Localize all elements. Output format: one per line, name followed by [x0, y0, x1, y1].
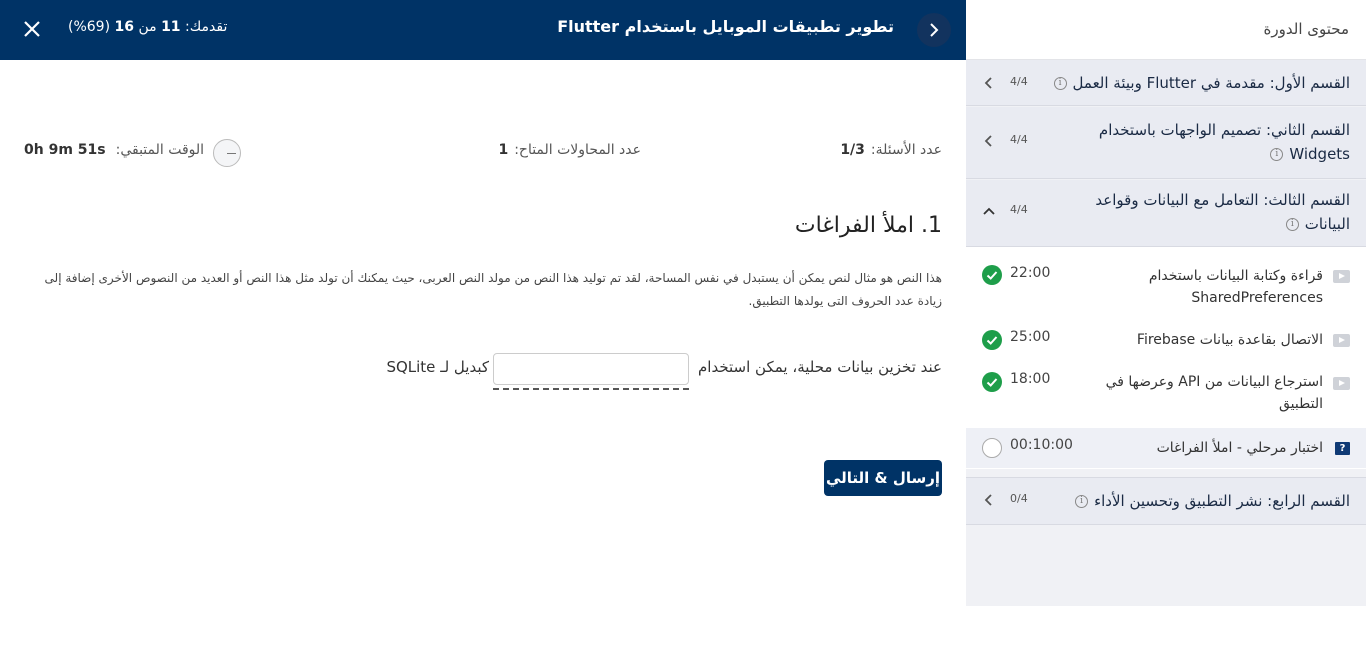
chevron-left-icon	[984, 135, 992, 147]
lesson-title: اختبار مرحلي - املأ الفراغات	[1156, 440, 1323, 456]
question-description: هذا النص هو مثال لنص يمكن أن يستبدل في ن…	[44, 271, 942, 308]
section-title: القسم الرابع: نشر التطبيق وتحسين الأداءi	[1075, 489, 1350, 513]
progress-text: تقدمك: 11 من 16 (69%)	[68, 19, 228, 35]
timer-icon	[213, 139, 241, 167]
close-icon	[24, 21, 40, 37]
lesson-duration: 22:00	[1010, 265, 1051, 281]
lesson-duration: 25:00	[1010, 329, 1051, 345]
chevron-left-icon	[984, 77, 992, 89]
sidebar-header: محتوى الدورة	[966, 0, 1366, 60]
video-icon	[1333, 270, 1350, 283]
chevron-up-icon	[983, 207, 995, 215]
chevron-right-icon	[930, 23, 939, 37]
back-button[interactable]	[917, 13, 951, 47]
incomplete-circle-icon	[982, 438, 1002, 458]
lesson-item[interactable]: استرجاع البيانات من API وعرضها في التطبي…	[966, 369, 1366, 419]
section-title: القسم الأول: مقدمة في Flutter وبيئة العم…	[1053, 71, 1350, 95]
fill-text-before: عند تخزين بيانات محلية، يمكن استخدام	[698, 358, 942, 376]
info-icon[interactable]: i	[1270, 148, 1284, 161]
course-sidebar: محتوى الدورة 4/4 القسم الأول: مقدمة في F…	[966, 0, 1366, 606]
section-4[interactable]: 0/4 القسم الرابع: نشر التطبيق وتحسين الأ…	[966, 477, 1366, 525]
lesson-item[interactable]: الاتصال بقاعدة بيانات Firebase 25:00	[966, 327, 1366, 355]
section-2[interactable]: 4/4 القسم الثاني: تصميم الواجهات باستخدا…	[966, 107, 1366, 179]
lesson-item-active[interactable]: ? اختبار مرحلي - املأ الفراغات 00:10:00	[966, 428, 1366, 468]
fill-blank-underline	[493, 388, 689, 390]
section-count: 4/4	[1010, 203, 1028, 216]
lesson-duration: 00:10:00	[1010, 437, 1073, 453]
course-title: تطوير تطبيقات الموبايل باستخدام Flutter	[557, 17, 894, 36]
fill-text-after: كبديل لـ SQLite	[386, 358, 489, 376]
video-icon	[1333, 334, 1350, 347]
section-count: 0/4	[1010, 492, 1028, 505]
question-title: 1. املأ الفراغات	[794, 213, 942, 238]
close-button[interactable]	[22, 19, 44, 41]
lesson-duration: 18:00	[1010, 371, 1051, 387]
lesson-list: قراءة وكتابة البيانات باستخدام SharedPre…	[966, 247, 1366, 469]
check-circle-icon	[982, 330, 1002, 350]
section-title: القسم الثالث: التعامل مع البيانات وقواعد…	[1095, 191, 1350, 233]
chevron-left-icon	[984, 494, 992, 506]
video-icon	[1333, 377, 1350, 390]
lesson-title: استرجاع البيانات من API وعرضها في التطبي…	[1105, 374, 1323, 412]
check-circle-icon	[982, 265, 1002, 285]
top-bar: تقدمك: 11 من 16 (69%) تطوير تطبيقات المو…	[0, 0, 966, 60]
check-circle-icon	[982, 372, 1002, 392]
time-remaining: الوقت المتبقي:0h 9m 51s	[24, 142, 205, 158]
section-title: القسم الثاني: تصميم الواجهات باستخدام Wi…	[1098, 121, 1350, 163]
info-icon[interactable]: i	[1075, 495, 1089, 508]
fill-blank-input[interactable]	[493, 353, 689, 385]
sidebar-title: محتوى الدورة	[1263, 20, 1349, 38]
lesson-title: الاتصال بقاعدة بيانات Firebase	[1136, 332, 1323, 348]
section-count: 4/4	[1010, 75, 1028, 88]
lesson-item[interactable]: قراءة وكتابة البيانات باستخدام SharedPre…	[966, 261, 1366, 311]
questions-count: عدد الأسئلة:1/3	[840, 142, 942, 158]
submit-next-button[interactable]: إرسال & التالي	[824, 460, 942, 496]
info-icon[interactable]: i	[1053, 77, 1067, 90]
section-count: 4/4	[1010, 133, 1028, 146]
quiz-icon: ?	[1335, 442, 1350, 455]
attempts-count: عدد المحاولات المتاح:1	[498, 142, 641, 158]
info-icon[interactable]: i	[1285, 218, 1299, 231]
lesson-title: قراءة وكتابة البيانات باستخدام SharedPre…	[1148, 268, 1323, 306]
section-3[interactable]: 4/4 القسم الثالث: التعامل مع البيانات وق…	[966, 180, 1366, 247]
section-1[interactable]: 4/4 القسم الأول: مقدمة في Flutter وبيئة …	[966, 60, 1366, 106]
